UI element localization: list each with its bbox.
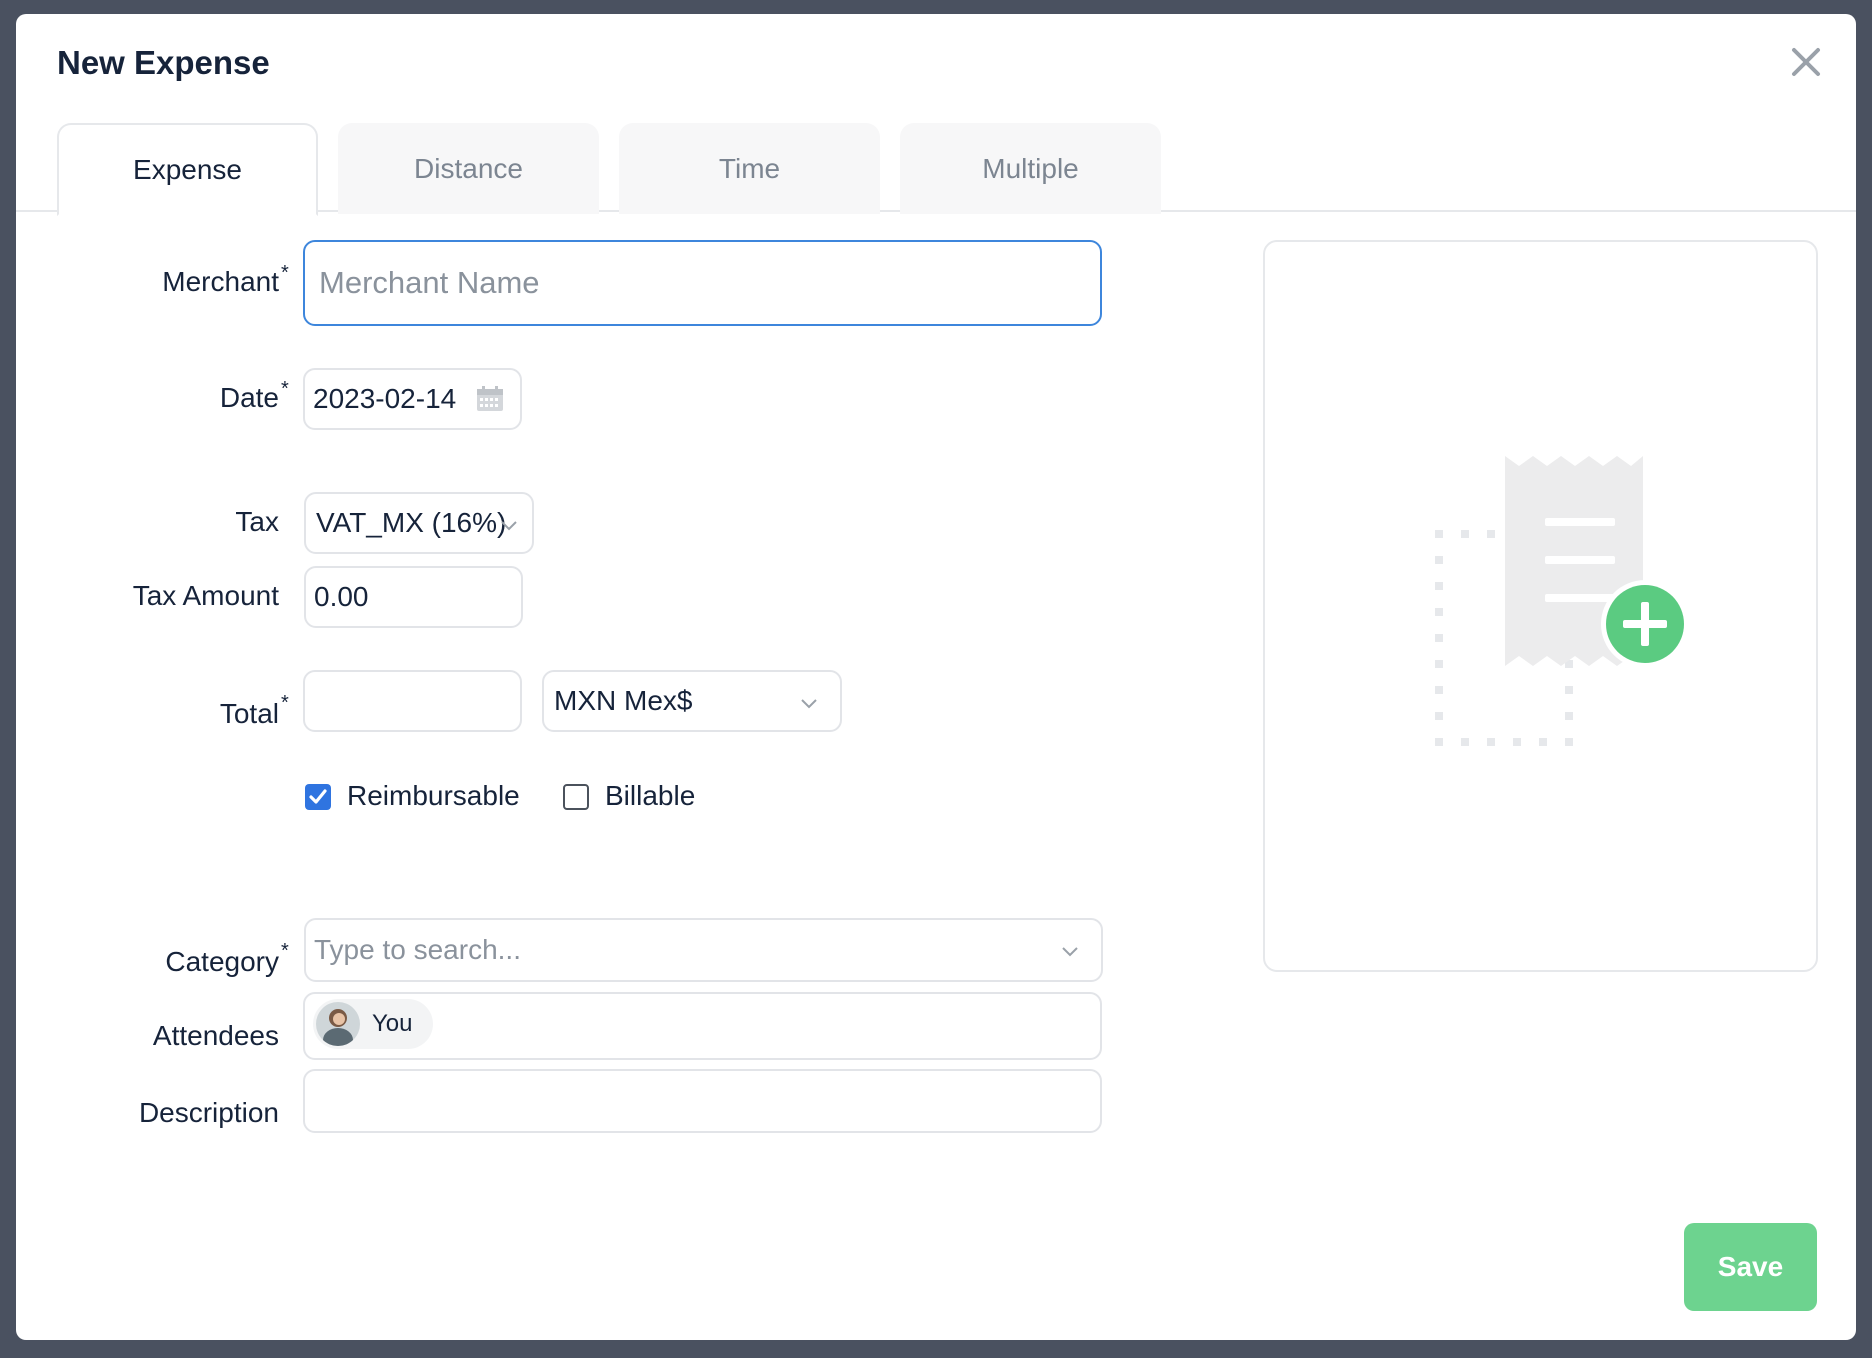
- chevron-down-icon: [501, 521, 517, 531]
- description-label: Description: [138, 1097, 279, 1128]
- merchant-label: Merchant: [162, 266, 279, 297]
- tab-time[interactable]: Time: [619, 123, 880, 214]
- currency-value: MXN Mex$: [554, 685, 693, 716]
- date-required-mark: *: [281, 378, 289, 400]
- merchant-required-mark: *: [281, 262, 289, 284]
- total-required-mark: *: [281, 692, 289, 714]
- date-input[interactable]: 2023-02-14: [303, 368, 522, 430]
- billable-label[interactable]: Billable: [605, 780, 695, 812]
- tab-multiple[interactable]: Multiple: [900, 123, 1161, 214]
- attendee-chip[interactable]: You: [313, 999, 433, 1049]
- close-button[interactable]: [1786, 42, 1826, 82]
- currency-select[interactable]: MXN Mex$: [542, 670, 842, 732]
- tax-select[interactable]: VAT_MX (16%): [304, 492, 534, 554]
- category-required-mark: *: [281, 940, 289, 962]
- attendees-label: Attendees: [152, 1020, 279, 1051]
- total-input[interactable]: [303, 670, 522, 732]
- category-input[interactable]: Type to search...: [304, 918, 1103, 982]
- close-icon: [1792, 48, 1820, 76]
- save-button[interactable]: Save: [1684, 1223, 1817, 1311]
- tax-value: VAT_MX (16%): [316, 507, 507, 538]
- new-expense-modal: New Expense Expense Distance Time Multip…: [16, 14, 1856, 1340]
- tax-label: Tax: [235, 506, 279, 537]
- description-input[interactable]: [303, 1069, 1102, 1133]
- calendar-icon[interactable]: [476, 386, 504, 412]
- receipt-add-icon: [1435, 456, 1685, 746]
- chevron-down-icon: [1062, 947, 1078, 957]
- billable-checkbox[interactable]: [563, 784, 589, 810]
- chevron-down-icon: [801, 699, 817, 709]
- total-label: Total: [219, 698, 279, 729]
- avatar: [316, 1002, 360, 1046]
- attendee-chip-label: You: [372, 1010, 413, 1037]
- merchant-placeholder: Merchant Name: [319, 265, 540, 300]
- tab-distance[interactable]: Distance: [338, 123, 599, 214]
- category-label: Category: [165, 946, 279, 977]
- tax-amount-input[interactable]: 0.00: [304, 566, 523, 628]
- merchant-input[interactable]: Merchant Name: [303, 240, 1102, 326]
- checkmark-icon: [309, 789, 327, 804]
- tax-amount-value: 0.00: [314, 581, 369, 612]
- tab-expense[interactable]: Expense: [57, 123, 318, 216]
- date-label: Date: [219, 382, 279, 413]
- category-placeholder: Type to search...: [314, 934, 521, 965]
- reimbursable-checkbox[interactable]: [305, 784, 331, 810]
- date-value: 2023-02-14: [313, 383, 457, 414]
- reimbursable-label[interactable]: Reimbursable: [347, 780, 520, 812]
- attendees-input[interactable]: You: [303, 992, 1102, 1060]
- receipt-upload-area[interactable]: [1263, 240, 1818, 972]
- tax-amount-label: Tax Amount: [132, 580, 279, 611]
- tab-bar: Expense Distance Time Multiple: [16, 109, 1856, 216]
- modal-title: New Expense: [57, 44, 270, 81]
